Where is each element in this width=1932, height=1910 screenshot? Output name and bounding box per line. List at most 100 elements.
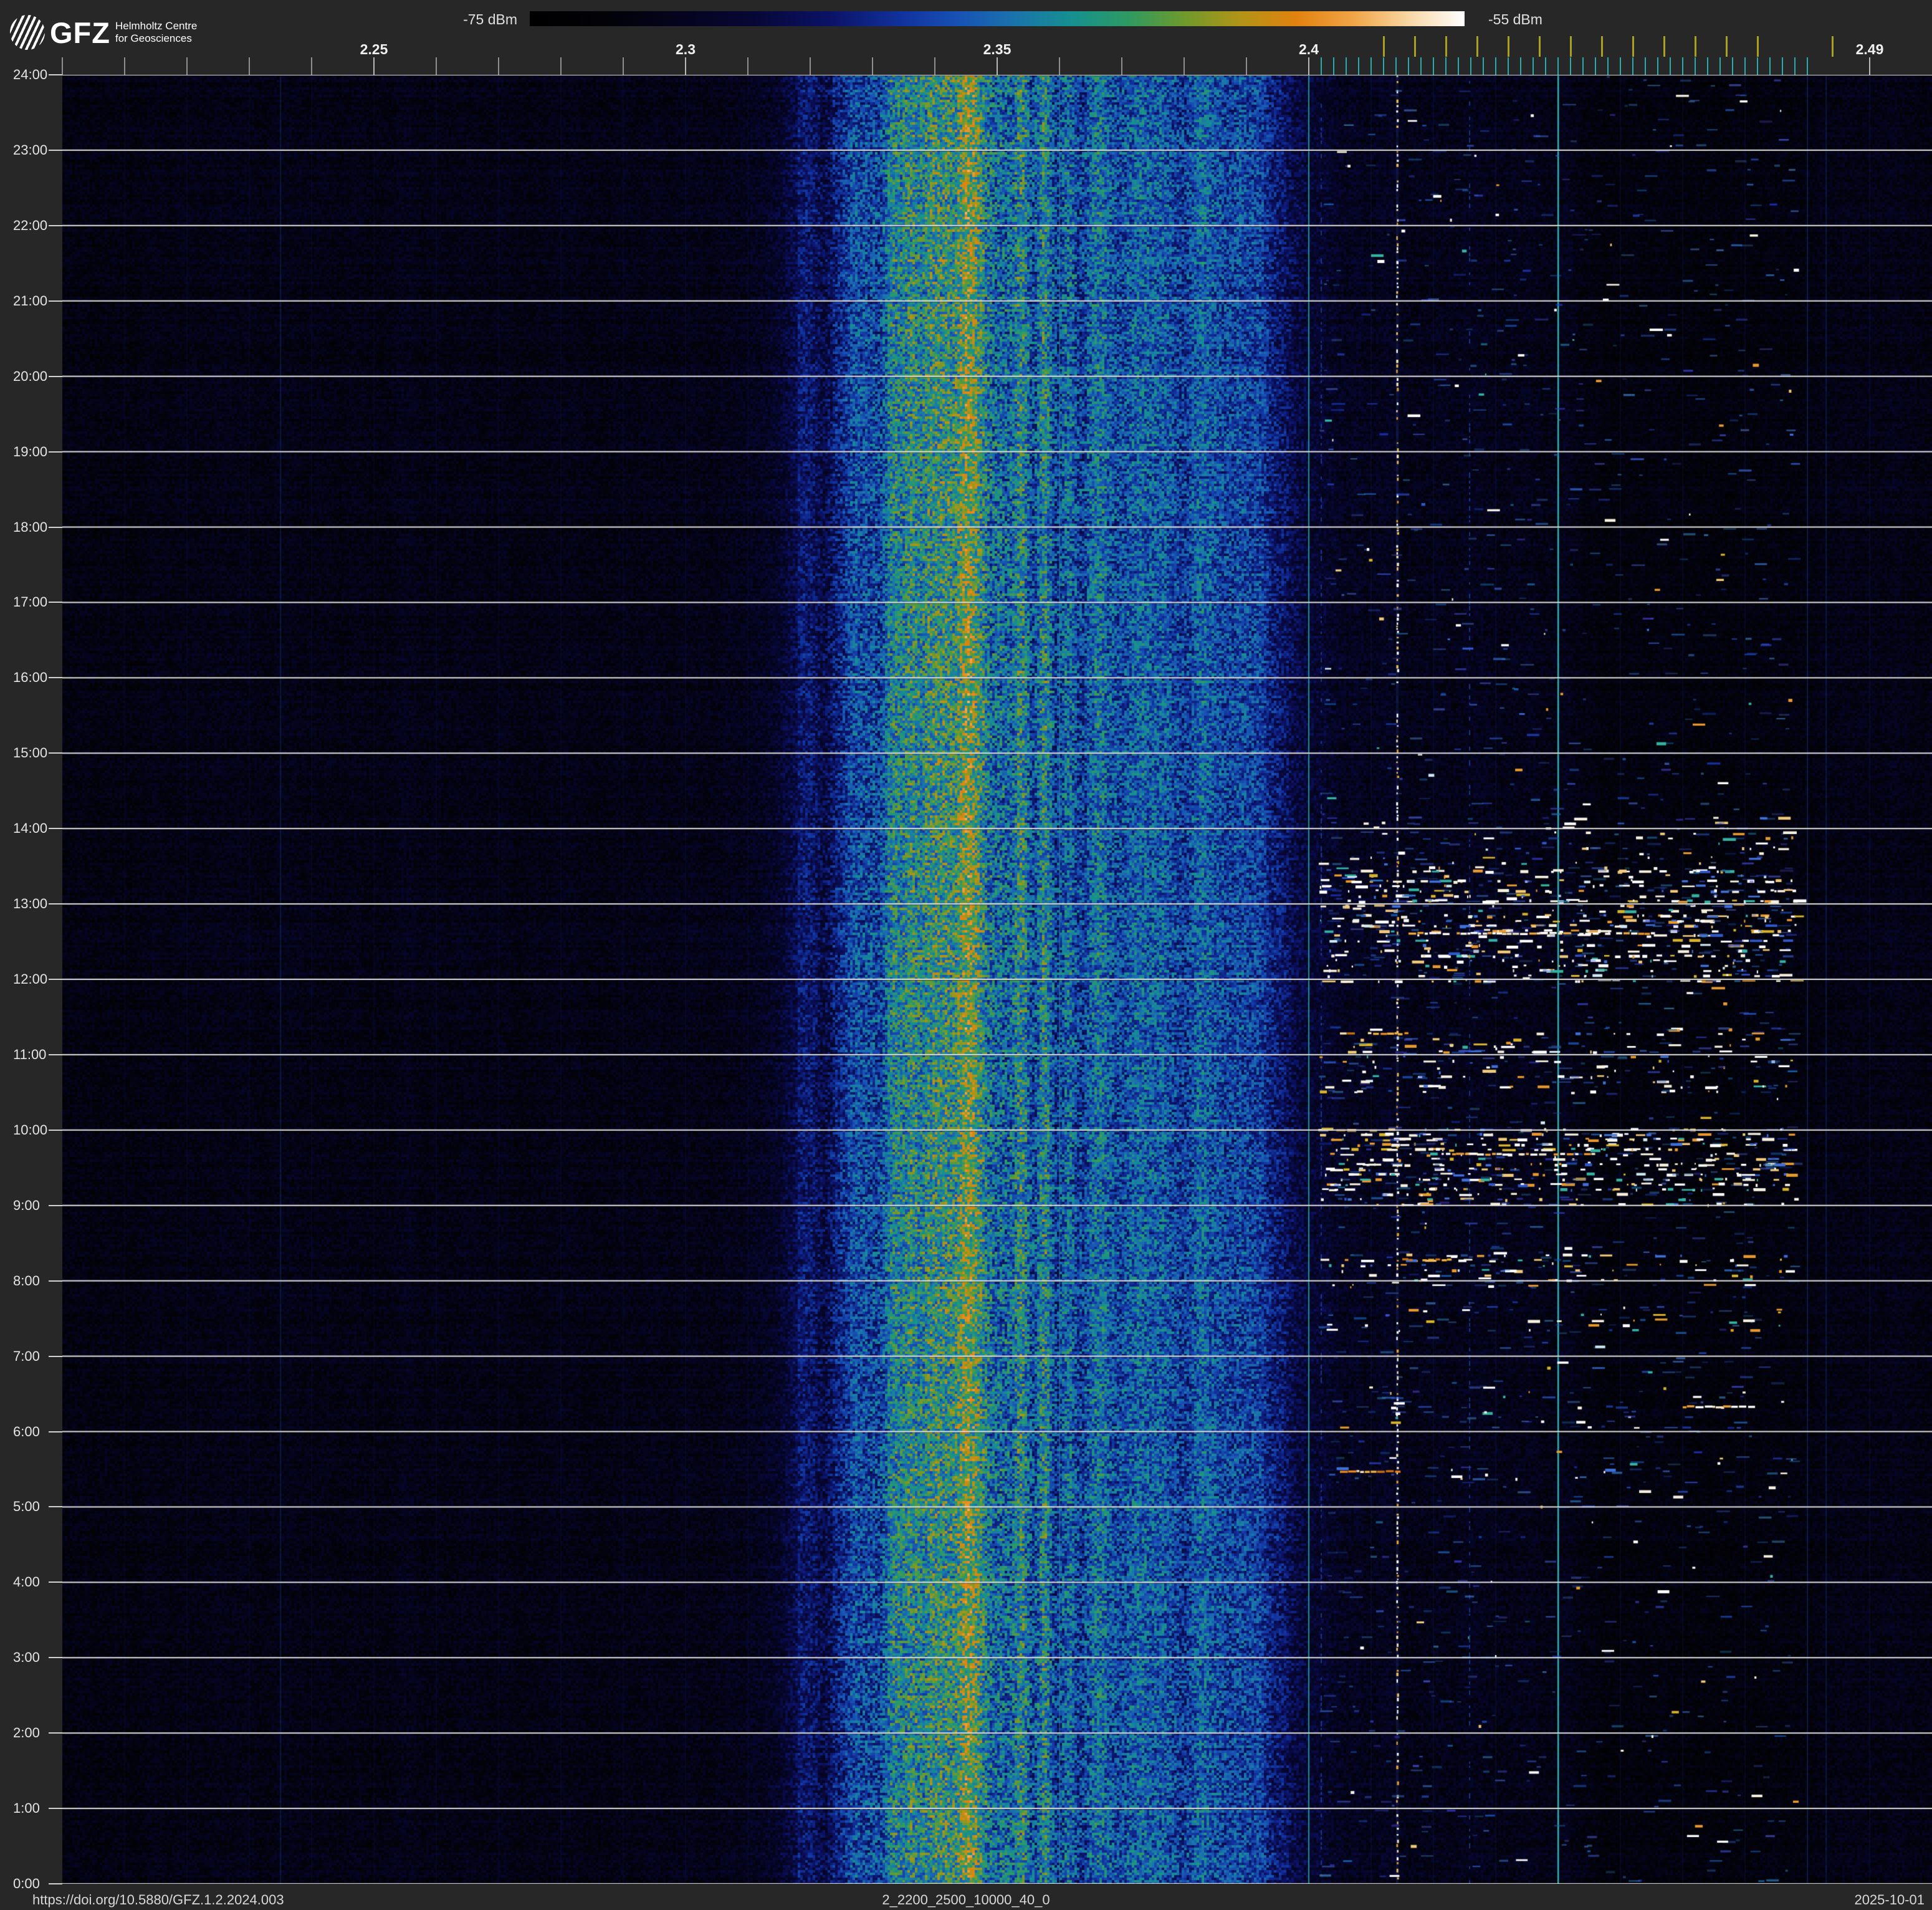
- ble-channel-tick: [1557, 57, 1559, 75]
- ble-channel-tick: [1370, 57, 1372, 75]
- time-tick: [49, 602, 62, 603]
- gfz-subtitle-line2: for Geosciences: [115, 32, 192, 44]
- gfz-globe-icon: [10, 15, 45, 50]
- time-tick-label: 8:00: [13, 1272, 40, 1289]
- time-tick-label: 15:00: [13, 745, 48, 761]
- freq-minor-tick: [249, 57, 250, 75]
- ble-channel-tick: [1333, 57, 1334, 75]
- date-label: 2025-10-01: [1854, 1892, 1925, 1908]
- time-tick-label: 10:00: [13, 1121, 48, 1138]
- ble-channel-tick: [1794, 57, 1796, 75]
- ble-channel-tick: [1732, 57, 1733, 75]
- time-tick-label: 9:00: [13, 1197, 40, 1213]
- time-tick: [49, 677, 62, 679]
- wifi-channel-tick: [1445, 36, 1447, 57]
- time-tick-label: 18:00: [13, 519, 48, 535]
- freq-minor-tick: [1246, 57, 1247, 75]
- ble-channel-tick: [1321, 57, 1322, 75]
- time-tick: [49, 903, 62, 905]
- freq-major-tick: [997, 57, 998, 75]
- freq-minor-tick: [623, 57, 624, 75]
- freq-tick-label: 2.3: [676, 41, 696, 57]
- ble-channel-tick: [1769, 57, 1771, 75]
- ble-channel-tick: [1433, 57, 1434, 75]
- ble-channel-tick: [1582, 57, 1584, 75]
- freq-tick-label: 2.35: [983, 41, 1011, 57]
- time-tick-label: 14:00: [13, 820, 48, 837]
- wifi-channel-tick: [1476, 36, 1478, 57]
- wifi-channel-tick: [1726, 36, 1728, 57]
- gfz-logo: GFZ Helmholtz Centre for Geosciences: [10, 15, 197, 50]
- gfz-subtitle-line1: Helmholtz Centre: [115, 20, 198, 32]
- freq-minor-tick: [1059, 57, 1060, 75]
- doi-link[interactable]: https://doi.org/10.5880/GFZ.1.2.2024.003: [32, 1892, 284, 1908]
- freq-minor-tick: [1184, 57, 1185, 75]
- freq-minor-tick: [62, 57, 63, 75]
- dataset-filename: 2_2200_2500_10000_40_0: [882, 1892, 1050, 1908]
- time-tick: [49, 828, 62, 830]
- time-tick-label: 23:00: [13, 142, 48, 158]
- freq-minor-tick: [186, 57, 188, 75]
- time-tick: [49, 1129, 62, 1131]
- time-tick-label: 19:00: [13, 443, 48, 459]
- time-tick-label: 22:00: [13, 217, 48, 233]
- freq-minor-tick: [498, 57, 499, 75]
- ble-channel-tick: [1607, 57, 1609, 75]
- ble-channel-tick: [1657, 57, 1658, 75]
- freq-tick-label: 2.25: [360, 41, 388, 57]
- wifi-channel-tick: [1383, 36, 1385, 57]
- ble-channel-tick: [1807, 57, 1808, 75]
- time-tick: [49, 1053, 62, 1055]
- ble-channel-tick: [1632, 57, 1633, 75]
- time-tick-label: 3:00: [13, 1649, 40, 1666]
- gfz-acronym: GFZ: [50, 16, 110, 49]
- freq-minor-tick: [436, 57, 437, 75]
- freq-minor-tick: [1121, 57, 1122, 75]
- spectrogram-page: GFZ Helmholtz Centre for Geosciences -75…: [0, 0, 1932, 1910]
- ble-channel-tick: [1358, 57, 1359, 75]
- time-tick-label: 13:00: [13, 896, 48, 912]
- ble-channel-tick: [1395, 57, 1397, 75]
- power-colorbar: [530, 11, 1465, 26]
- freq-major-tick: [1308, 57, 1309, 75]
- time-tick: [49, 1581, 62, 1583]
- ble-channel-tick: [1744, 57, 1746, 75]
- ble-channel-tick: [1520, 57, 1521, 75]
- freq-major-tick: [685, 57, 686, 75]
- ble-channel-tick: [1570, 57, 1571, 75]
- time-tick: [49, 1883, 62, 1884]
- ble-channel-tick: [1620, 57, 1621, 75]
- time-tick: [49, 526, 62, 528]
- time-tick-label: 17:00: [13, 594, 48, 610]
- ble-channel-tick: [1545, 57, 1546, 75]
- time-tick: [49, 979, 62, 980]
- freq-minor-tick: [872, 57, 873, 75]
- ble-channel-tick: [1757, 57, 1758, 75]
- time-tick: [49, 375, 62, 377]
- time-tick-label: 24:00: [13, 67, 48, 82]
- freq-minor-tick: [560, 57, 562, 75]
- wifi-channel-tick: [1832, 36, 1834, 57]
- time-tick-label: 21:00: [13, 292, 48, 309]
- ble-channel-tick: [1346, 57, 1347, 75]
- time-tick-label: 7:00: [13, 1348, 40, 1364]
- freq-minor-tick: [810, 57, 811, 75]
- time-tick: [49, 224, 62, 226]
- ble-channel-tick: [1682, 57, 1683, 75]
- colorbar-min-label: -75 dBm: [463, 11, 517, 27]
- ble-channel-tick: [1645, 57, 1646, 75]
- freq-minor-tick: [124, 57, 125, 75]
- ble-channel-tick: [1420, 57, 1422, 75]
- freq-major-tick: [373, 57, 375, 75]
- time-tick: [49, 1657, 62, 1659]
- wifi-channel-tick: [1757, 36, 1759, 57]
- wifi-channel-tick: [1663, 36, 1665, 57]
- time-tick: [49, 1431, 62, 1432]
- time-tick: [49, 752, 62, 754]
- wifi-channel-tick: [1601, 36, 1603, 57]
- ble-channel-tick: [1458, 57, 1459, 75]
- freq-minor-tick: [934, 57, 935, 75]
- spectrogram-canvas: [62, 75, 1932, 1884]
- time-tick-label: 20:00: [13, 368, 48, 384]
- time-tick-label: 1:00: [13, 1800, 40, 1816]
